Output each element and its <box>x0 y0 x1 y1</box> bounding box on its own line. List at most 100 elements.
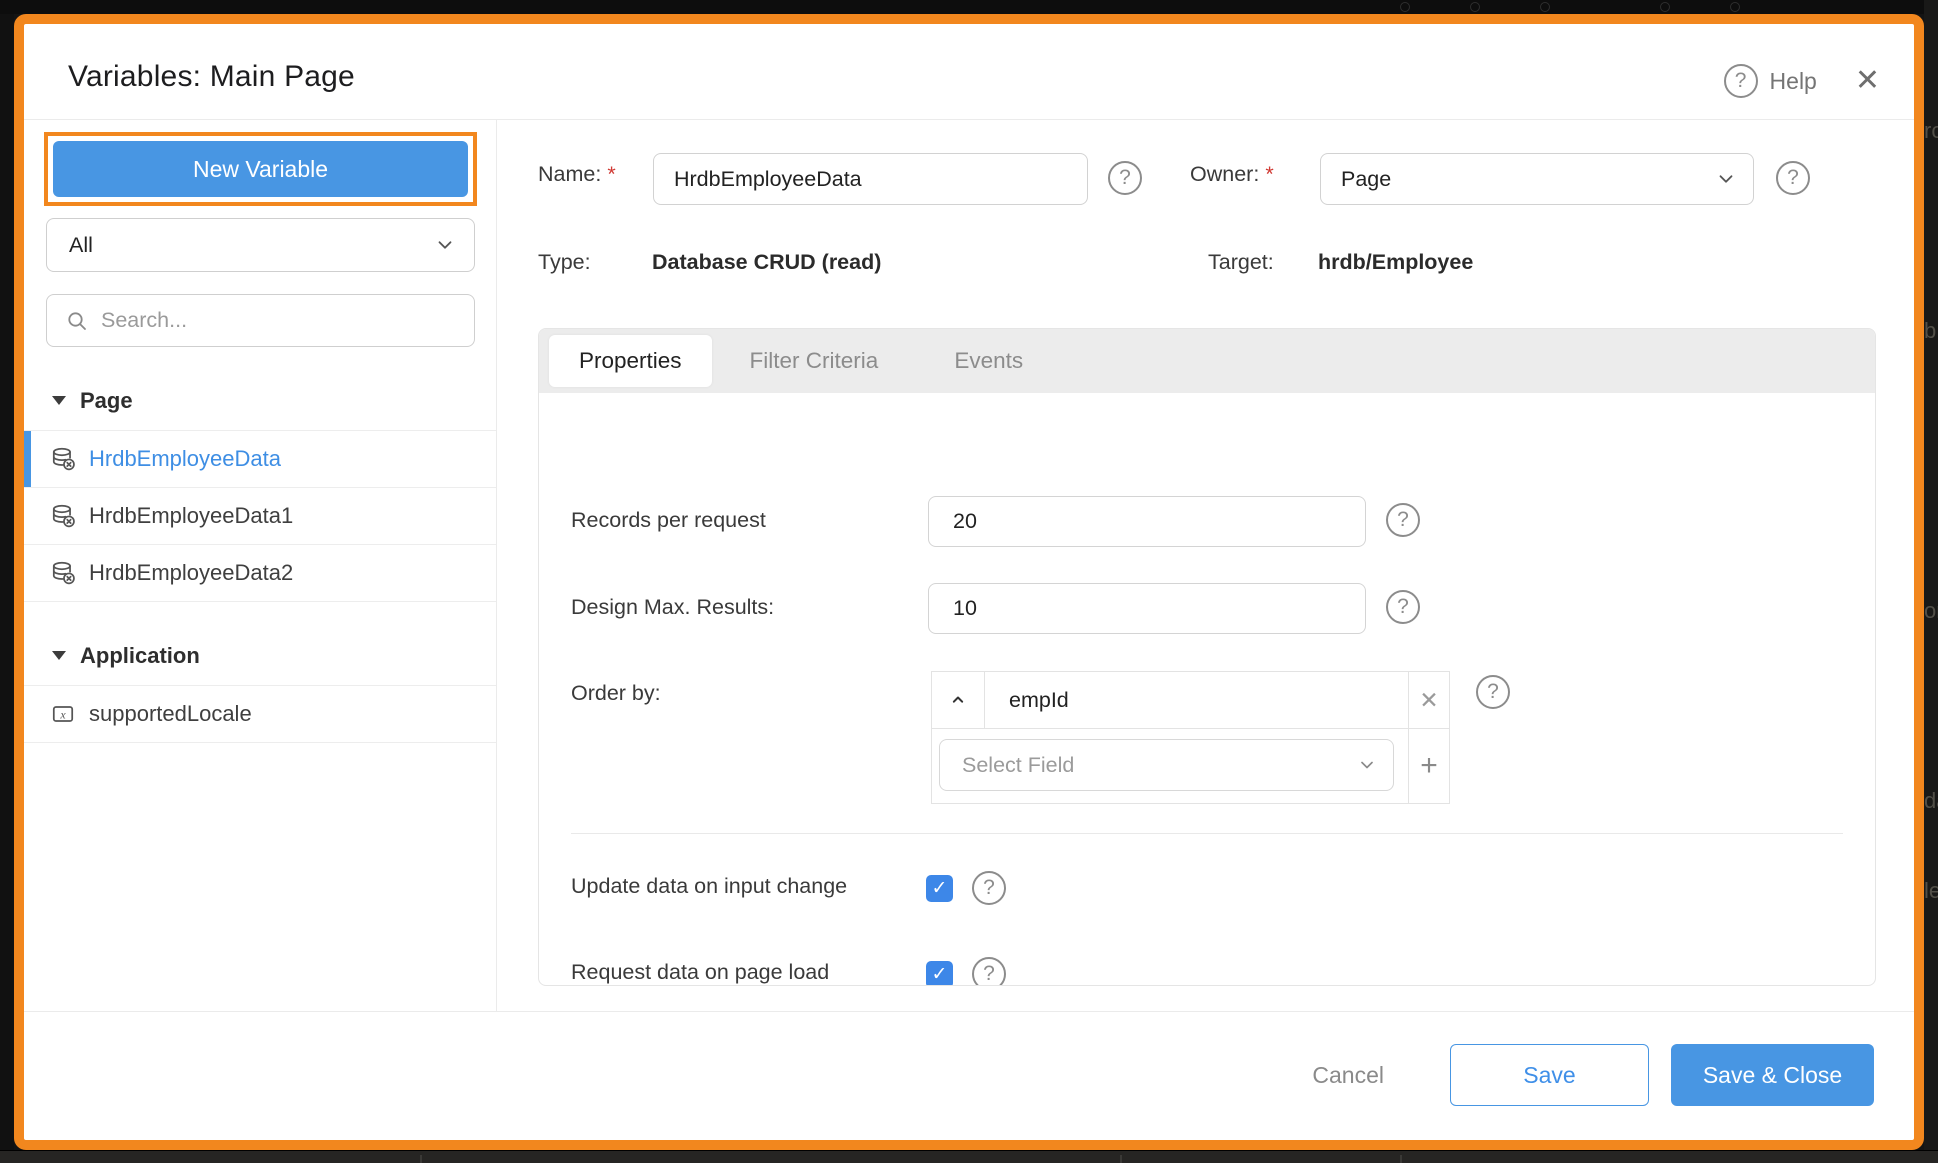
variable-item-hrdbemployeedata1[interactable]: HrdbEmployeeData1 <box>24 488 496 545</box>
design-max-results-input[interactable] <box>928 583 1366 634</box>
update-on-input-help-icon[interactable]: ? <box>972 871 1006 905</box>
variables-sidebar: New Variable All Page <box>24 120 497 1011</box>
properties-panel: Properties Filter Criteria Events Record… <box>538 328 1876 986</box>
background-toolbar <box>0 0 1938 14</box>
variable-item-hrdbemployeedata2[interactable]: HrdbEmployeeData2 <box>24 545 496 602</box>
variable-item-label: HrdbEmployeeData <box>89 446 281 472</box>
owner-value: Page <box>1341 167 1391 192</box>
order-by-label: Order by: <box>571 681 661 706</box>
request-on-load-label: Request data on page load <box>571 960 829 985</box>
owner-select[interactable]: Page <box>1320 153 1754 205</box>
name-help-icon[interactable]: ? <box>1108 161 1142 195</box>
statusbar-divider <box>1120 1155 1122 1163</box>
tab-properties[interactable]: Properties <box>549 335 712 387</box>
chevron-up-icon <box>948 690 968 710</box>
order-by-widget: empId ✕ Select Field + <box>931 671 1450 804</box>
toolbar-glyph <box>1470 2 1480 12</box>
annotation-highlight-box: New Variable <box>44 132 477 206</box>
caret-down-icon <box>52 396 66 405</box>
target-label: Target: <box>1208 250 1274 275</box>
design-max-help-icon[interactable]: ? <box>1386 590 1420 624</box>
chevron-down-icon <box>434 234 456 256</box>
background-statusbar <box>0 1150 1938 1163</box>
search-icon <box>65 309 89 333</box>
update-on-input-checkbox[interactable]: ✓ <box>926 875 953 902</box>
background-text-fragment: b <box>1924 318 1938 344</box>
records-per-request-input[interactable] <box>928 496 1366 547</box>
design-max-results-label: Design Max. Results: <box>571 595 774 620</box>
request-on-load-help-icon[interactable]: ? <box>972 957 1006 986</box>
target-value: hrdb/Employee <box>1318 250 1473 275</box>
cancel-button[interactable]: Cancel <box>1312 1062 1384 1089</box>
help-icon[interactable]: ? <box>1724 64 1758 98</box>
section-label: Application <box>80 643 200 669</box>
chevron-down-icon <box>1357 755 1377 775</box>
dialog-footer: Cancel Save Save & Close <box>1312 1044 1874 1106</box>
required-asterisk: * <box>607 162 615 186</box>
sort-direction-button[interactable] <box>932 672 985 728</box>
type-value: Database CRUD (read) <box>652 250 881 275</box>
name-input[interactable] <box>653 153 1088 205</box>
order-by-help-icon[interactable]: ? <box>1476 675 1510 709</box>
dialog-title: Variables: Main Page <box>68 60 355 94</box>
request-on-load-checkbox[interactable]: ✓ <box>926 961 953 986</box>
background-text-fragment: or <box>1924 598 1938 624</box>
chevron-down-icon <box>1715 168 1737 190</box>
variable-type-filter-value: All <box>69 233 93 258</box>
svg-text:x: x <box>59 707 66 721</box>
background-text-fragment: le <box>1924 878 1938 904</box>
required-asterisk: * <box>1265 162 1273 186</box>
variable-item-supportedlocale[interactable]: x supportedLocale <box>24 686 496 743</box>
variable-item-hrdbemployeedata[interactable]: HrdbEmployeeData <box>24 431 496 488</box>
select-field-placeholder: Select Field <box>962 753 1074 778</box>
section-header-application[interactable]: Application <box>24 602 496 686</box>
owner-label: Owner:* <box>1190 162 1274 187</box>
owner-help-icon[interactable]: ? <box>1776 161 1810 195</box>
records-per-request-label: Records per request <box>571 508 766 533</box>
close-icon[interactable]: ✕ <box>1855 66 1880 96</box>
background-text-fragment: da <box>1924 788 1938 814</box>
tab-bar: Properties Filter Criteria Events <box>539 329 1875 393</box>
database-icon <box>50 446 76 472</box>
section-header-page[interactable]: Page <box>24 347 496 431</box>
save-button[interactable]: Save <box>1450 1044 1649 1106</box>
section-label: Page <box>80 388 133 414</box>
add-order-field-button[interactable]: + <box>1408 729 1449 803</box>
tab-filter-criteria[interactable]: Filter Criteria <box>712 348 917 374</box>
variable-search-box <box>46 294 475 347</box>
order-by-field[interactable]: empId <box>985 672 1408 728</box>
select-field-dropdown[interactable]: Select Field <box>939 739 1394 791</box>
variable-list: Page HrdbEmployeeData <box>24 347 496 743</box>
statusbar-divider <box>420 1155 422 1163</box>
database-icon <box>50 503 76 529</box>
variables-dialog: Variables: Main Page ? Help ✕ New Variab… <box>14 14 1924 1150</box>
tab-events[interactable]: Events <box>916 348 1061 374</box>
caret-down-icon <box>52 651 66 660</box>
variable-icon: x <box>50 701 76 727</box>
database-icon <box>50 560 76 586</box>
search-input[interactable] <box>101 308 458 333</box>
new-variable-button[interactable]: New Variable <box>53 141 468 197</box>
statusbar-divider <box>1400 1155 1402 1163</box>
toolbar-glyph <box>1730 2 1740 12</box>
section-divider <box>571 833 1843 834</box>
remove-order-field-button[interactable]: ✕ <box>1408 672 1449 728</box>
footer-divider <box>24 1011 1914 1012</box>
background-left-strip <box>0 0 14 1163</box>
background-text-fragment: rc <box>1924 118 1938 144</box>
variable-item-label: HrdbEmployeeData2 <box>89 560 293 586</box>
toolbar-glyph <box>1400 2 1410 12</box>
toolbar-glyph <box>1540 2 1550 12</box>
type-label: Type: <box>538 250 591 275</box>
variable-item-label: supportedLocale <box>89 701 252 727</box>
update-on-input-label: Update data on input change <box>571 874 847 899</box>
variable-detail-pane: Name:* ? Owner:* Page ? Type: Database C… <box>498 120 1914 1011</box>
help-label[interactable]: Help <box>1770 68 1817 95</box>
variable-type-filter-dropdown[interactable]: All <box>46 218 475 272</box>
background-right-strip <box>1924 0 1938 1163</box>
records-help-icon[interactable]: ? <box>1386 503 1420 537</box>
toolbar-glyph <box>1660 2 1670 12</box>
variable-item-label: HrdbEmployeeData1 <box>89 503 293 529</box>
name-label: Name:* <box>538 162 616 187</box>
save-and-close-button[interactable]: Save & Close <box>1671 1044 1874 1106</box>
